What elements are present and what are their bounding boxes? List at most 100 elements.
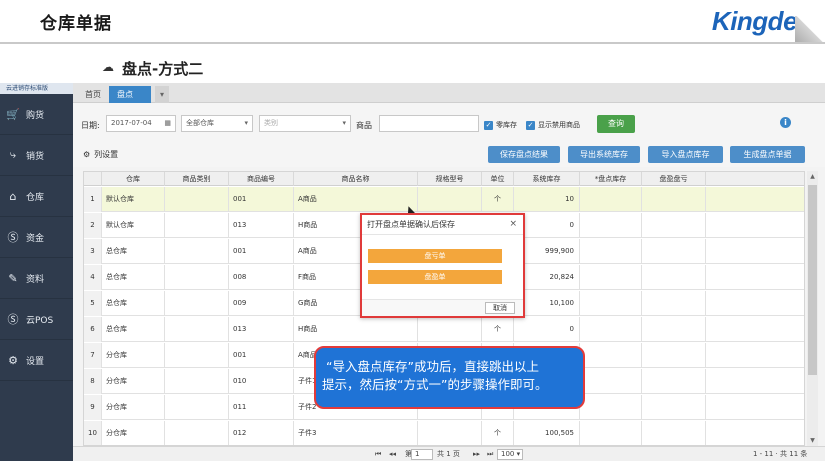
page-input[interactable]: 1 [411,449,433,460]
first-page-button[interactable]: ⏮ [375,449,381,460]
cell-gain-loss[interactable] [642,369,706,394]
header-counted-stock[interactable]: *盘点库存 [580,172,642,186]
cell-warehouse: 总仓库 [102,291,165,316]
warehouse-select[interactable]: 全部仓库 ▾ [181,115,253,132]
calendar-icon[interactable]: ▦ [164,116,171,131]
cell-gain-loss[interactable] [642,317,706,342]
cell-counted-stock[interactable] [580,213,642,238]
sidebar-item-settings[interactable]: ⚙ 设置 [0,340,73,381]
prev-page-button[interactable]: ◂◂ [389,449,396,460]
table-row[interactable]: 6 总仓库 013 H商品 个 0 [84,317,804,342]
cell-counted-stock[interactable] [580,369,642,394]
cell-gain-loss[interactable] [642,343,706,368]
header-name[interactable]: 商品名称 [294,172,418,186]
tab-inventory-count[interactable]: 盘点× [109,86,151,116]
category-select[interactable]: 类别 ▾ [259,115,351,132]
sidebar-item-label: 资料 [26,274,45,285]
cell-gain-loss[interactable] [642,265,706,290]
pen-icon: ✎ [8,271,18,285]
cancel-button[interactable]: 取消 [485,302,515,314]
cell-gain-loss[interactable] [642,239,706,264]
header-spec[interactable]: 规格型号 [418,172,482,186]
export-stock-button[interactable]: 导出系统库存 [568,146,640,163]
cell-spec [418,421,482,445]
cell-counted-stock[interactable] [580,265,642,290]
zero-stock-label: 零库存 [496,121,517,129]
cell-unit: 个 [482,187,514,212]
sidebar-item-purchase[interactable]: 🛒 购货 [0,94,73,135]
sidebar-item-label: 购货 [26,110,45,121]
gear-icon: ⚙ [8,353,18,367]
cell-spec [418,187,482,212]
query-button[interactable]: 查询 [597,115,635,133]
zero-stock-checkbox[interactable]: ✓ 零库存 [484,120,517,130]
page-size-select[interactable]: 100 ▾ [497,449,523,460]
header-system-stock[interactable]: 系统库存 [514,172,580,186]
brand-label: 云进销存标准版 [0,83,73,94]
cell-code: 013 [229,213,294,238]
cell-gain-loss[interactable] [642,291,706,316]
info-icon[interactable]: i [780,117,791,128]
sidebar-item-warehouse[interactable]: ⌂ 仓库 [0,176,73,217]
column-settings-button[interactable]: ⚙ 列设置 [83,149,118,160]
cell-counted-stock[interactable] [580,395,642,420]
vertical-scrollbar[interactable]: ▲ ▼ [807,171,818,446]
header-code[interactable]: 商品编号 [229,172,294,186]
header-category[interactable]: 商品类别 [165,172,229,186]
confirm-dialog: 打开盘点单据确认后保存 × 盘亏单 盘盈单 取消 [360,213,525,318]
cell-code: 011 [229,395,294,420]
cell-gain-loss[interactable] [642,395,706,420]
cell-code: 010 [229,369,294,394]
cell-gain-loss[interactable] [642,187,706,212]
header-divider [0,42,825,44]
warehouse-value: 全部仓库 [186,119,214,127]
sidebar-item-data[interactable]: ✎ 资料 [0,258,73,299]
sidebar-item-pos[interactable]: Ⓢ 云POS [0,299,73,340]
section-title: 盘点-方式二 [100,58,203,79]
cell-counted-stock[interactable] [580,291,642,316]
scroll-down-icon[interactable]: ▼ [807,437,818,444]
money-icon: Ⓢ [7,231,19,244]
close-icon[interactable]: × [509,219,517,229]
cell-warehouse: 默认仓库 [102,187,165,212]
cell-name: A商品 [294,187,418,212]
cell-category [165,291,229,316]
show-disabled-checkbox[interactable]: ✓ 显示禁用商品 [526,120,580,130]
generate-order-button[interactable]: 生成盘点单据 [730,146,805,163]
scroll-thumb[interactable] [808,185,817,375]
loss-order-button[interactable]: 盘亏单 [368,249,502,263]
section-title-text: 盘点-方式二 [122,60,204,78]
cell-counted-stock[interactable] [580,421,642,445]
date-label: 日期: [81,121,100,130]
header-warehouse[interactable]: 仓库 [102,172,165,186]
cell-name: 子件3 [294,421,418,445]
sidebar-item-funds[interactable]: Ⓢ 资金 [0,217,73,258]
table-row[interactable]: 1 默认仓库 001 A商品 个 10 [84,187,804,212]
cell-gain-loss[interactable] [642,421,706,445]
cell-gain-loss[interactable] [642,213,706,238]
product-input[interactable] [379,115,479,132]
import-stock-button[interactable]: 导入盘点库存 [648,146,723,163]
table-row[interactable]: 10 分仓库 012 子件3 个 100,505 [84,421,804,445]
chevron-down-icon[interactable]: ▾ [155,86,169,103]
last-page-button[interactable]: ⏭ [487,449,493,460]
cell-category [165,369,229,394]
cell-counted-stock[interactable] [580,343,642,368]
sidebar-item-sales[interactable]: ⤷ 销货 [0,135,73,176]
trolley-icon: ⤷ [9,148,17,161]
date-input[interactable]: 2017-07-04 ▦ [106,115,176,132]
cell-counted-stock[interactable] [580,187,642,212]
header-unit[interactable]: 单位 [482,172,514,186]
gain-order-button[interactable]: 盘盈单 [368,270,502,284]
show-disabled-label: 显示禁用商品 [538,121,580,129]
cell-warehouse: 总仓库 [102,317,165,342]
cell-name: H商品 [294,317,418,342]
cell-counted-stock[interactable] [580,239,642,264]
tab-home[interactable]: 首页 [77,86,109,103]
next-page-button[interactable]: ▸▸ [473,449,480,460]
save-result-button[interactable]: 保存盘点结果 [488,146,560,163]
scroll-up-icon[interactable]: ▲ [807,173,818,180]
cell-warehouse: 分仓库 [102,369,165,394]
cell-counted-stock[interactable] [580,317,642,342]
header-gain-loss[interactable]: 盘盈盘亏 [642,172,706,186]
